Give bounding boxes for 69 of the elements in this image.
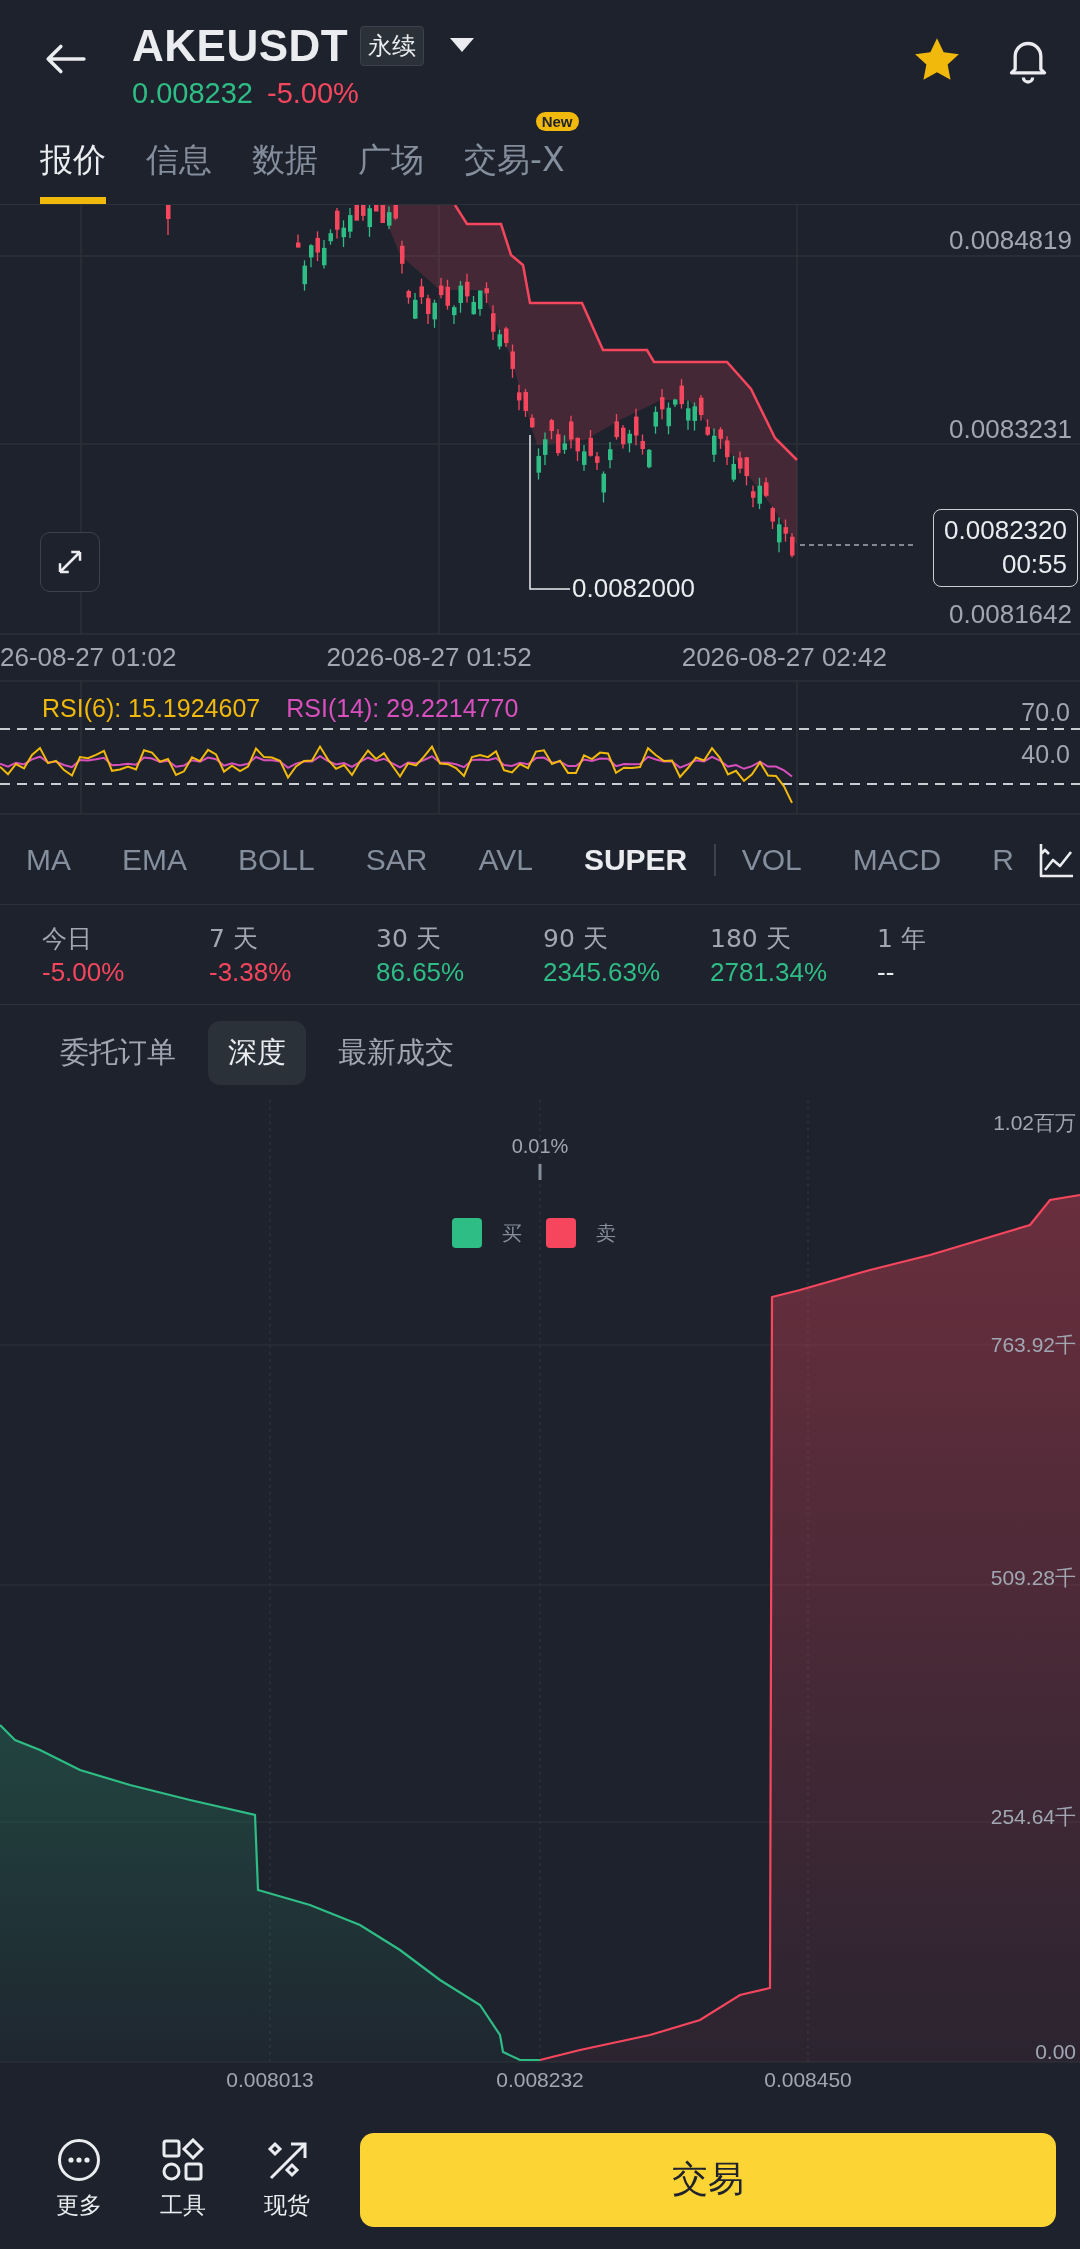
- period-change: 2345.63%: [543, 956, 662, 988]
- period-label: 30 天: [376, 922, 442, 955]
- period-label: 7 天: [209, 922, 259, 955]
- price-axis-label: 0.0083231: [949, 414, 1072, 445]
- period-label: 180 天: [710, 922, 792, 955]
- indicator-tab[interactable]: MA: [26, 842, 71, 877]
- book-tab[interactable]: 委托订单: [40, 1020, 196, 1085]
- rsi-14-value: RSI(14): 29.2214770: [286, 694, 519, 723]
- period-change: -3.38%: [209, 956, 293, 988]
- depth-axis-label: 0.00: [1035, 2040, 1076, 2064]
- fullscreen-button[interactable]: [40, 532, 100, 592]
- new-badge: New: [535, 112, 579, 131]
- rsi-axis-label: 40.0: [1021, 740, 1070, 769]
- depth-axis-label: 763.92千: [990, 1332, 1076, 1358]
- price-axis-label: 0.008450: [763, 2068, 853, 2092]
- period-change: 2781.34%: [710, 956, 829, 988]
- pair-symbol: AKEUSDT: [132, 20, 349, 71]
- candle-countdown: 00:55: [1001, 547, 1067, 581]
- indicator-tab[interactable]: BOLL: [238, 842, 315, 877]
- spread-label: 0.01%: [510, 1135, 570, 1158]
- tab[interactable]: 报价: [40, 138, 106, 204]
- time-axis-label: 2026-08-27 01:52: [326, 642, 532, 673]
- depth-axis-label: 254.64千: [990, 1804, 1076, 1830]
- period-label: 1 年: [877, 922, 927, 955]
- low-price-label: 0.0082000: [572, 573, 695, 604]
- current-price: 0.0082320: [944, 514, 1067, 547]
- price-change: -5.00%: [266, 76, 359, 110]
- grid-shapes-icon: [161, 2138, 205, 2182]
- chart-settings-icon[interactable]: [1038, 841, 1075, 878]
- action-button[interactable]: 更多: [56, 2138, 102, 2221]
- price-axis-label: 0.008232: [495, 2068, 585, 2092]
- book-tab[interactable]: 最新成交: [318, 1020, 474, 1085]
- indicator-tab[interactable]: VOL: [741, 842, 802, 877]
- period-label: 90 天: [543, 922, 609, 955]
- contract-tag: 永续: [360, 25, 425, 66]
- book-tab[interactable]: 深度: [208, 1020, 306, 1085]
- legend-label: 卖: [596, 1219, 616, 1247]
- indicator-tab[interactable]: R: [992, 842, 1014, 877]
- tab[interactable]: 广场: [358, 138, 424, 204]
- depth-axis-label: 509.28千: [990, 1565, 1076, 1591]
- indicator-tab[interactable]: SAR: [365, 842, 428, 877]
- depth-axis-label: 1.02百万: [993, 1110, 1076, 1136]
- rsi-6-value: RSI(6): 15.1924607: [42, 694, 261, 723]
- price-axis-label: 0.0081642: [949, 599, 1072, 630]
- tab[interactable]: 信息: [146, 138, 212, 204]
- action-button[interactable]: 现货: [264, 2138, 310, 2221]
- price-axis-label: 0.008013: [225, 2068, 315, 2092]
- spread-tick: [538, 1164, 542, 1180]
- time-axis-label: 2026-08-27 02:42: [681, 642, 887, 673]
- time-axis-label: 26-08-27 01:02: [0, 642, 177, 673]
- period-change: 86.65%: [376, 956, 466, 988]
- indicator-tab[interactable]: MACD: [852, 842, 942, 877]
- period-change: --: [877, 956, 896, 988]
- rsi-axis-label: 70.0: [1021, 698, 1070, 727]
- trade-button[interactable]: 交易: [360, 2132, 1056, 2227]
- back-icon[interactable]: [44, 43, 86, 75]
- more-icon: [57, 2138, 101, 2182]
- dropdown-icon[interactable]: [450, 37, 475, 54]
- period-change: -5.00%: [42, 956, 126, 988]
- tab[interactable]: 交易-X: [464, 138, 565, 204]
- price-axis-label: 0.0084819: [949, 225, 1072, 256]
- indicator-tab[interactable]: EMA: [122, 842, 187, 877]
- legend-label: 买: [502, 1219, 522, 1247]
- period-label: 今日: [42, 922, 93, 955]
- tab[interactable]: 数据: [252, 138, 318, 204]
- action-button[interactable]: 工具: [160, 2138, 206, 2221]
- last-price: 0.008232: [132, 76, 253, 110]
- indicator-tab[interactable]: SUPER: [583, 842, 688, 877]
- indicator-tab[interactable]: AVL: [478, 842, 533, 877]
